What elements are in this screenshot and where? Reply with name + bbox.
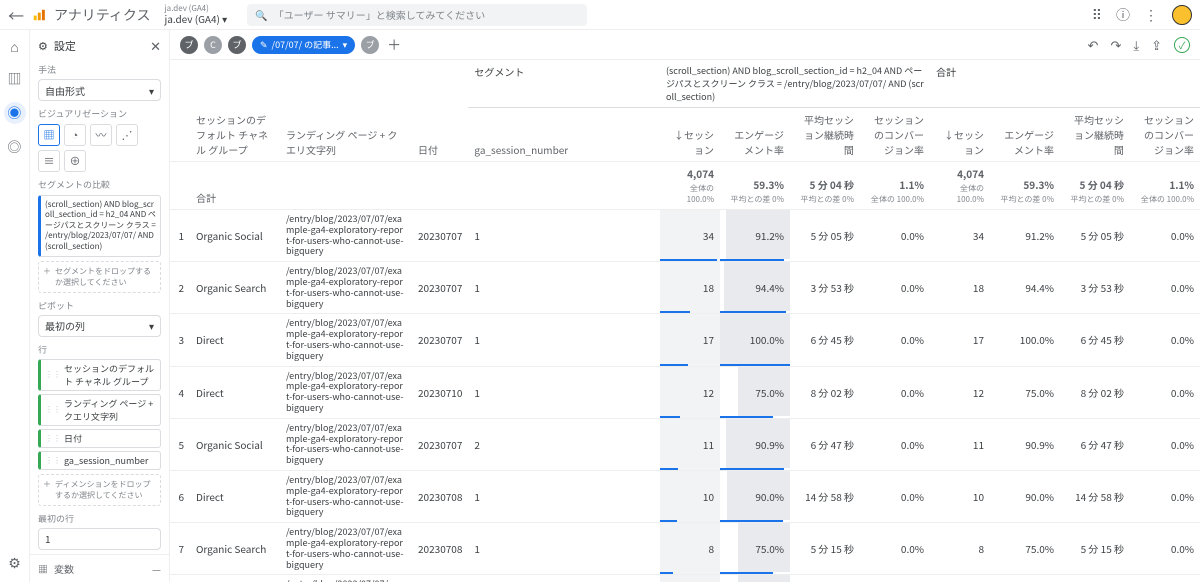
table-row[interactable]: 3Direct/entry/blog/2023/07/07/example-ga… (170, 314, 1200, 366)
table-row[interactable]: 4Direct/entry/blog/2023/07/07/example-ga… (170, 366, 1200, 418)
explore-toolbar: ブ C ブ ✎/07/07/ の記事...▾ ブ ＋ ↶ ↷ ⤓ ⇪ ✓ (170, 30, 1200, 60)
minimize-icon[interactable]: — (152, 561, 161, 576)
col-duration2[interactable]: 平均セッション継続時間 (1060, 108, 1130, 162)
first-row-input[interactable]: 1 (38, 528, 161, 550)
col-sessions2[interactable]: ↓セッション (930, 108, 990, 162)
tab-chip[interactable]: ブ (361, 36, 379, 54)
share-icon[interactable]: ⇪ (1151, 35, 1162, 54)
close-icon[interactable]: ✕ (150, 36, 161, 55)
totals-row: 合計 4,074全体の 100.0% 59.3%平均との差 0% 5 分 04 … (170, 162, 1200, 210)
col-sessions[interactable]: ↓セッション (660, 108, 720, 162)
home-icon[interactable]: ⌂ (6, 38, 24, 56)
dim-session-number[interactable]: ⋮⋮ga_session_number (38, 451, 161, 470)
chevron-down-icon: ▾ (343, 38, 348, 51)
variables-panel[interactable]: ▦ 変数 — (30, 554, 169, 582)
data-table-wrap[interactable]: セッションのデフォルト チャネル グループ ランディング ページ + クエリ文字… (170, 60, 1200, 582)
explore-icon[interactable]: ◉ (4, 102, 26, 124)
apps-icon[interactable]: ⠿ (1092, 5, 1102, 25)
status-check-icon[interactable]: ✓ (1174, 37, 1190, 53)
segment-card[interactable]: (scroll_section) AND blog_scroll_section… (38, 195, 161, 257)
app-title: アナリティクス (54, 5, 150, 25)
undo-icon[interactable]: ↶ (1088, 35, 1099, 54)
data-table: セッションのデフォルト チャネル グループ ランディング ページ + クエリ文字… (170, 60, 1200, 582)
pencil-icon: ✎ (260, 38, 268, 51)
tab-chip[interactable]: C (204, 36, 222, 54)
col-conversion[interactable]: セッションのコンバージョン率 (860, 108, 930, 162)
tab-chip[interactable]: ブ (180, 36, 198, 54)
col-landing[interactable]: ランディング ページ + クエリ文字列 (280, 60, 412, 162)
back-icon[interactable]: ← (8, 3, 24, 27)
table-row[interactable]: 5Organic Social/entry/blog/2023/07/07/ex… (170, 418, 1200, 470)
first-row-label: 最初の行 (38, 512, 161, 525)
table-row[interactable]: 1Organic Social/entry/blog/2023/07/07/ex… (170, 210, 1200, 262)
col-conversion2[interactable]: セッションのコンバージョン率 (1130, 108, 1200, 162)
advertising-icon[interactable]: ◎ (6, 138, 24, 156)
tab-active[interactable]: ✎/07/07/ の記事...▾ (252, 36, 355, 54)
more-icon[interactable]: ⋮ (1144, 5, 1158, 25)
property-selector[interactable]: ja.dev (GA4) ja.dev (GA4) ▾ (164, 5, 227, 25)
avatar[interactable] (1172, 5, 1192, 25)
col-group2: 合計 (930, 60, 1200, 108)
report-icon[interactable]: ▥ (6, 70, 24, 88)
download-icon[interactable]: ⤓ (1133, 35, 1139, 54)
segment-drop-area[interactable]: ＋セグメントをドロップするか選択してください (38, 261, 161, 293)
table-row[interactable]: 8Organic Social/entry/blog/2023/07/07/ex… (170, 575, 1200, 582)
col-channel[interactable]: セッションのデフォルト チャネル グループ (190, 60, 280, 162)
search-input[interactable]: 🔍 「ユーザー サマリー」と検索してみてください (247, 4, 587, 26)
main-area: ブ C ブ ✎/07/07/ の記事...▾ ブ ＋ ↶ ↷ ⤓ ⇪ ✓ セッシ… (170, 30, 1200, 582)
col-duration[interactable]: 平均セッション継続時間 (790, 108, 860, 162)
pivot-label: ピボット (38, 299, 161, 312)
dim-date[interactable]: ⋮⋮日付 (38, 429, 161, 448)
method-select[interactable]: 自由形式▾ (38, 79, 161, 101)
col-date[interactable]: 日付 (412, 60, 468, 162)
viz-donut-icon[interactable]: ◔ (64, 124, 86, 146)
sidebar-title: 設定 (54, 38, 76, 54)
search-icon: 🔍 (255, 7, 267, 22)
gear-icon: ⚙ (38, 38, 48, 54)
table-row[interactable]: 2Organic Search/entry/blog/2023/07/07/ex… (170, 262, 1200, 314)
admin-gear-icon[interactable]: ⚙ (6, 554, 24, 572)
redo-icon[interactable]: ↷ (1110, 35, 1121, 54)
table-row[interactable]: 6Direct/entry/blog/2023/07/07/example-ga… (170, 470, 1200, 522)
top-header: ← アナリティクス ja.dev (GA4) ja.dev (GA4) ▾ 🔍 … (0, 0, 1200, 30)
viz-scatter-icon[interactable]: ⋰ (116, 124, 138, 146)
chevron-down-icon: ▾ (149, 318, 154, 333)
variables-icon: ▦ (38, 561, 48, 576)
settings-sidebar: ⚙ 設定 ✕ 手法 自由形式▾ ビジュアリゼーション ▦ ◔ 〰 ⋰ ≡ ⊕ セ… (30, 30, 170, 582)
dim-drop-area[interactable]: ＋ディメンションをドロップするか選択してください (38, 474, 161, 506)
table-row[interactable]: 7Organic Search/entry/blog/2023/07/07/ex… (170, 523, 1200, 575)
col-group1: (scroll_section) AND blog_scroll_section… (660, 60, 930, 108)
seg-compare-label: セグメントの比較 (38, 178, 161, 191)
viz-label: ビジュアリゼーション (38, 107, 161, 120)
tab-chip[interactable]: ブ (228, 36, 246, 54)
viz-table-icon[interactable]: ▦ (38, 124, 60, 146)
help-icon[interactable]: ⓘ (1116, 5, 1130, 25)
dim-landing[interactable]: ⋮⋮ランディング ページ + クエリ文字列 (38, 394, 161, 426)
dim-channel[interactable]: ⋮⋮セッションのデフォルト チャネル グループ (38, 359, 161, 391)
nav-rail: ⌂ ▥ ◉ ◎ ⚙ (0, 30, 30, 582)
col-segment: セグメント (468, 60, 660, 108)
viz-geo-icon[interactable]: ⊕ (64, 150, 86, 172)
analytics-logo-icon (32, 8, 46, 22)
col-engagement[interactable]: エンゲージメント率 (720, 108, 790, 162)
col-engagement2[interactable]: エンゲージメント率 (990, 108, 1060, 162)
add-tab-button[interactable]: ＋ (385, 36, 403, 54)
viz-line-icon[interactable]: 〰 (90, 124, 112, 146)
col-session-number[interactable]: ga_session_number (468, 108, 660, 162)
method-label: 手法 (38, 63, 161, 76)
chevron-down-icon: ▾ (222, 11, 227, 26)
viz-bar-icon[interactable]: ≡ (38, 150, 60, 172)
pivot-select[interactable]: 最初の列▾ (38, 315, 161, 337)
chevron-down-icon: ▾ (149, 83, 154, 98)
rows-label: 行 (38, 343, 161, 356)
